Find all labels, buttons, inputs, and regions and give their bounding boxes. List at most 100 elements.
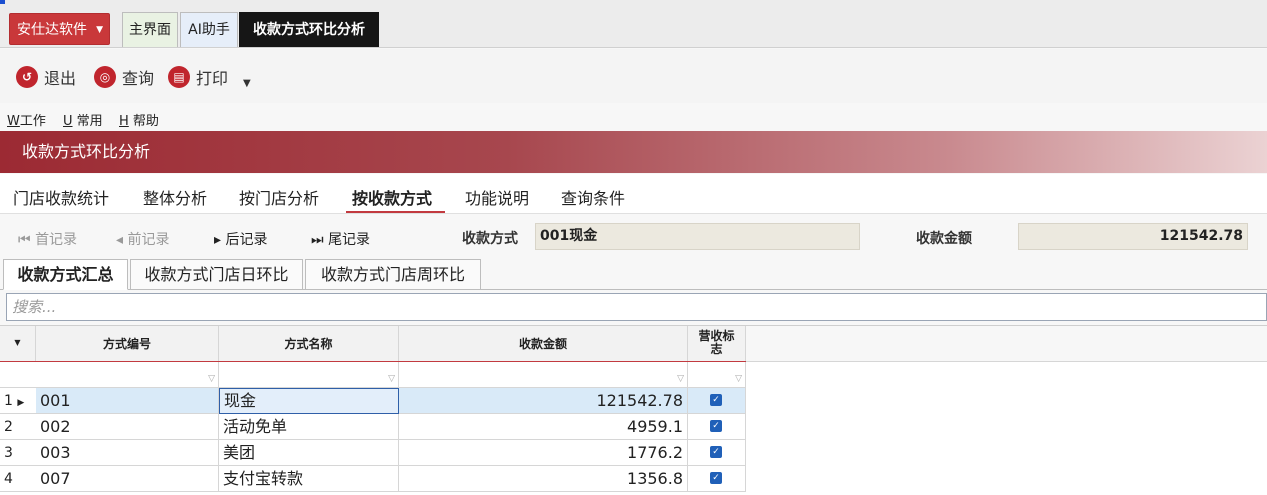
- amount-label: 收款金额: [916, 231, 972, 247]
- first-record-button[interactable]: ⏮ 首记录: [18, 229, 77, 249]
- cell-code[interactable]: 003: [36, 440, 219, 466]
- menu-common-label: 常用: [76, 114, 103, 129]
- payment-method-label: 收款方式: [462, 231, 518, 247]
- exit-icon: ↺: [16, 66, 38, 88]
- tab-by-store[interactable]: 按门店分析: [239, 185, 319, 209]
- amount-field: 121542.78: [1018, 223, 1248, 250]
- cell-name[interactable]: 美团: [219, 440, 399, 466]
- checkbox-checked-icon[interactable]: ✓: [710, 472, 722, 484]
- header-name[interactable]: 方式名称: [219, 326, 399, 362]
- menu-common[interactable]: U 常用: [63, 110, 103, 129]
- page-title-banner: 收款方式环比分析: [0, 131, 1267, 173]
- tab-store-collection-stats[interactable]: 门店收款统计: [13, 185, 109, 209]
- last-record-icon: ⏭: [311, 232, 324, 248]
- menu-help-label: 帮助: [132, 114, 159, 129]
- cell-flag[interactable]: ✓: [688, 466, 746, 492]
- tab-main-screen[interactable]: 主界面: [122, 12, 178, 47]
- header-code[interactable]: 方式编号: [36, 326, 219, 362]
- cell-name[interactable]: 活动免单: [219, 414, 399, 440]
- data-grid: ▼ 方式编号 方式名称 收款金额 营收标志 ▽ ▽ ▽ ▽ 1 ▶ 001 现金…: [0, 325, 1267, 495]
- grid-corner[interactable]: ▼: [0, 326, 36, 362]
- cell-code[interactable]: 007: [36, 466, 219, 492]
- cell-amount[interactable]: 1356.8: [399, 466, 688, 492]
- row-number: 1 ▶: [0, 388, 36, 414]
- cell-code[interactable]: 002: [36, 414, 219, 440]
- cell-flag[interactable]: ✓: [688, 388, 746, 414]
- checkbox-checked-icon[interactable]: ✓: [710, 446, 722, 458]
- cell-amount[interactable]: 4959.1: [399, 414, 688, 440]
- checkbox-checked-icon[interactable]: ✓: [710, 394, 722, 406]
- filter-icon: ▽: [677, 374, 684, 384]
- search-input[interactable]: 搜索...: [6, 293, 1267, 321]
- more-dropdown-icon[interactable]: ▼: [243, 71, 251, 95]
- active-tab-underline: [346, 211, 445, 213]
- menu-work-key: W: [7, 114, 20, 129]
- prev-record-label: 前记录: [127, 232, 170, 248]
- menu-work[interactable]: W工作: [7, 110, 46, 129]
- filter-icon: ▽: [735, 374, 742, 384]
- header-revenue-flag[interactable]: 营收标志: [688, 326, 746, 362]
- sort-down-icon: ▼: [14, 338, 21, 347]
- first-record-icon: ⏮: [18, 232, 31, 248]
- module-tabs: 门店收款统计 整体分析 按门店分析 按收款方式 功能说明 查询条件: [0, 174, 1267, 214]
- window-corner-mark: [0, 0, 5, 4]
- cell-code[interactable]: 001: [36, 388, 219, 414]
- prev-record-icon: ◂: [116, 232, 124, 248]
- tab-overall-analysis[interactable]: 整体分析: [143, 185, 207, 209]
- filter-flag[interactable]: ▽: [688, 362, 746, 388]
- cell-flag[interactable]: ✓: [688, 414, 746, 440]
- checkbox-checked-icon[interactable]: ✓: [710, 420, 722, 432]
- record-navigation: ⏮ 首记录 ◂ 前记录 ▸ 后记录 ⏭ 尾记录 收款方式 001现金 收款金额 …: [0, 215, 1267, 259]
- next-record-label: 后记录: [225, 232, 268, 248]
- tab-payment-method-analysis[interactable]: 收款方式环比分析: [239, 12, 379, 47]
- cell-name[interactable]: 现金: [219, 388, 399, 414]
- print-button[interactable]: ▤ 打印: [168, 65, 228, 89]
- last-record-button[interactable]: ⏭ 尾记录: [311, 229, 370, 249]
- header-filler: [746, 326, 1267, 362]
- cell-name[interactable]: 支付宝转款: [219, 466, 399, 492]
- header-amount[interactable]: 收款金额: [399, 326, 688, 362]
- top-tab-strip: 安仕达软件 ▼ 主界面 AI助手 收款方式环比分析: [0, 0, 1267, 48]
- tab-query-conditions[interactable]: 查询条件: [561, 185, 625, 209]
- filter-name[interactable]: ▽: [219, 362, 399, 388]
- subtab-store-daily[interactable]: 收款方式门店日环比: [130, 259, 303, 290]
- next-record-icon: ▸: [214, 232, 222, 248]
- page-title: 收款方式环比分析: [22, 142, 151, 161]
- cell-amount[interactable]: 1776.2: [399, 440, 688, 466]
- subtab-method-summary[interactable]: 收款方式汇总: [3, 259, 128, 290]
- menu-common-key: U: [63, 114, 73, 129]
- payment-method-field: 001现金: [535, 223, 860, 250]
- printer-icon: ▤: [168, 66, 190, 88]
- row-number: 3: [0, 440, 36, 466]
- tab-ai-assistant[interactable]: AI助手: [180, 12, 238, 47]
- toolbar: ↺ 退出 ◎ 查询 ▤ 打印 ▼: [0, 49, 1267, 103]
- search-icon: ◎: [94, 66, 116, 88]
- exit-button[interactable]: ↺ 退出: [16, 65, 76, 89]
- row-number: 2: [0, 414, 36, 440]
- filter-row-gutter: [0, 362, 36, 388]
- exit-label: 退出: [44, 69, 77, 88]
- print-label: 打印: [196, 69, 229, 88]
- prev-record-button[interactable]: ◂ 前记录: [116, 229, 169, 249]
- cell-flag[interactable]: ✓: [688, 440, 746, 466]
- row-number: 4: [0, 466, 36, 492]
- caret-down-icon: ▼: [96, 25, 103, 35]
- tab-by-payment-method[interactable]: 按收款方式: [352, 185, 432, 209]
- filter-amount[interactable]: ▽: [399, 362, 688, 388]
- query-button[interactable]: ◎ 查询: [94, 65, 154, 89]
- filter-icon: ▽: [208, 374, 215, 384]
- cell-amount[interactable]: 121542.78: [399, 388, 688, 414]
- menu-help[interactable]: H 帮助: [119, 110, 159, 129]
- tab-function-description[interactable]: 功能说明: [465, 185, 529, 209]
- sub-tabs: 收款方式汇总 收款方式门店日环比 收款方式门店周环比: [0, 259, 1267, 290]
- subtab-store-weekly[interactable]: 收款方式门店周环比: [305, 259, 481, 290]
- row-number-text: 1: [4, 393, 13, 409]
- menu-help-key: H: [119, 114, 129, 129]
- menu-bar: W工作 U 常用 H 帮助: [0, 104, 1267, 130]
- menu-work-label: 工作: [19, 114, 46, 129]
- filter-code[interactable]: ▽: [36, 362, 219, 388]
- first-record-label: 首记录: [35, 232, 78, 248]
- next-record-button[interactable]: ▸ 后记录: [214, 229, 267, 249]
- brand-menu-button[interactable]: 安仕达软件 ▼: [9, 13, 110, 45]
- filter-icon: ▽: [388, 374, 395, 384]
